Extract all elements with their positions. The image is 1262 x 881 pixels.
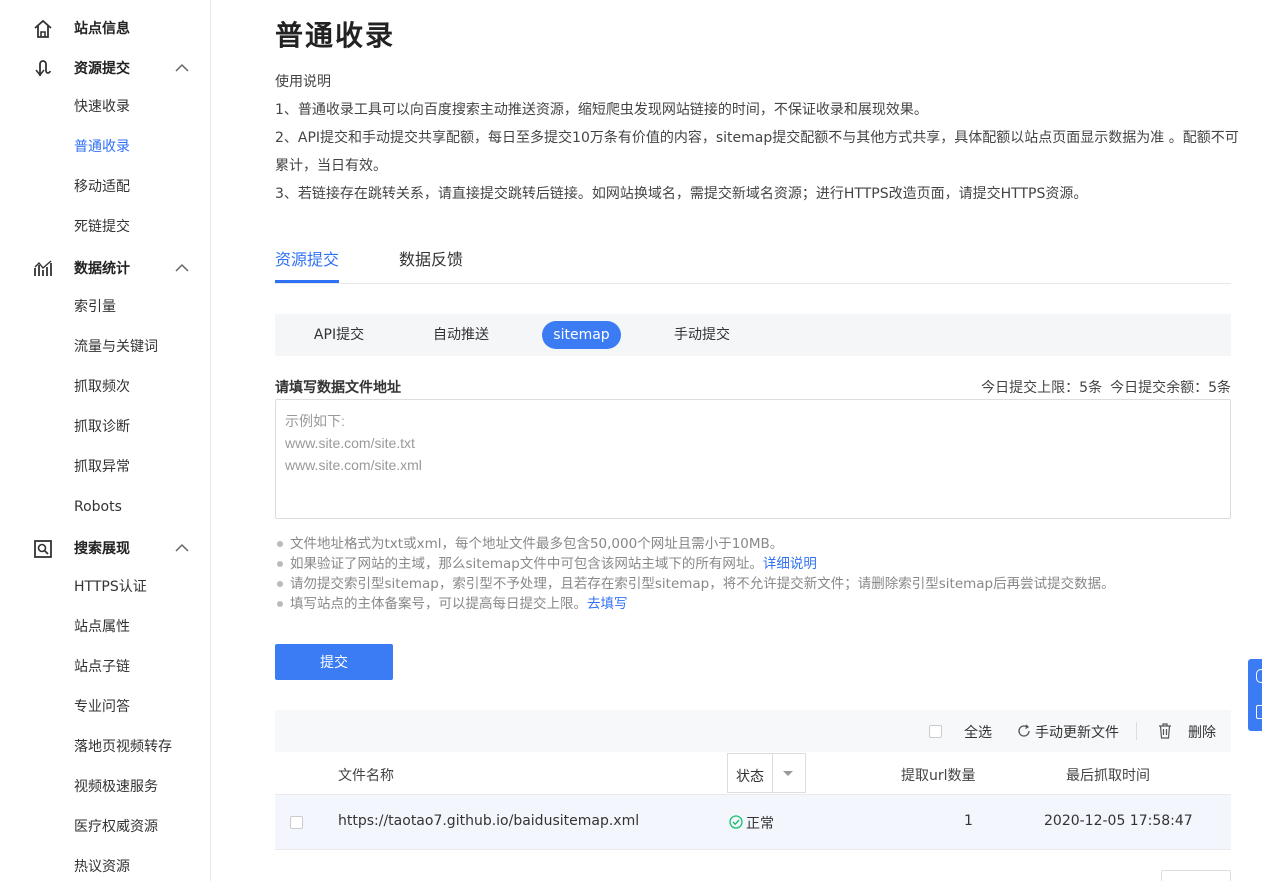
sidebar-item-index-volume[interactable]: 索引量 — [74, 297, 116, 317]
sidebar-item-crawl-diagnosis[interactable]: 抓取诊断 — [74, 417, 130, 437]
submit-method-switch: API提交 自动推送 sitemap 手动提交 — [275, 314, 1231, 356]
sidebar-group-resource-submit[interactable]: 资源提交 — [0, 48, 210, 88]
sidebar-item-normal-index[interactable]: 普通收录 — [74, 137, 130, 157]
sidebar-group-label: 资源提交 — [74, 61, 130, 77]
table-header: 文件名称 状态 提取url数量 最后抓取时间 — [275, 752, 1231, 795]
row-status: 正常 — [746, 816, 774, 832]
sidebar-item-site-attributes[interactable]: 站点属性 — [74, 617, 130, 637]
sidebar-group-data-stats[interactable]: 数据统计 — [0, 248, 210, 288]
note-item: 请勿提交索引型sitemap，索引型不予处理，且若存在索引型sitemap，将不… — [277, 574, 1115, 594]
quota-info: 今日提交上限：5条 今日提交余额：5条 — [973, 377, 1231, 397]
method-sitemap[interactable]: sitemap — [542, 321, 621, 349]
sidebar-item-medical-resources[interactable]: 医疗权威资源 — [74, 817, 158, 837]
sidebar-group-site-info[interactable]: 站点信息 — [0, 8, 210, 48]
fill-in-link[interactable]: 去填写 — [587, 594, 628, 614]
form-label: 请填写数据文件地址 — [275, 380, 401, 396]
method-manual[interactable]: 手动提交 — [664, 321, 740, 349]
quota-limit: 今日提交上限：5条 — [981, 380, 1103, 396]
sidebar-item-traffic-keywords[interactable]: 流量与关键词 — [74, 337, 158, 357]
col-last-crawl: 最后抓取时间 — [1066, 768, 1150, 784]
chevron-up-icon — [175, 263, 189, 272]
sidebar-item-hot-resources[interactable]: 热议资源 — [74, 857, 130, 877]
chevron-up-icon — [175, 543, 189, 552]
status-filter-select[interactable]: 状态 — [727, 753, 806, 793]
refresh-icon[interactable] — [1017, 724, 1031, 738]
bullet — [277, 601, 283, 607]
col-url-count: 提取url数量 — [901, 768, 976, 784]
note-item: 如果验证了网站的主域，那么sitemap文件中可包含该网站主域下的所有网址。 详细… — [277, 554, 1115, 574]
sidebar-item-dead-link[interactable]: 死链提交 — [74, 217, 130, 237]
row-file-name: https://taotao7.github.io/baidusitemap.x… — [338, 813, 640, 829]
divider — [772, 754, 773, 792]
row-checkbox[interactable] — [290, 816, 303, 829]
notes-list: 文件地址格式为txt或xml，每个地址文件最多包含50,000个网址且需小于10… — [277, 534, 1115, 614]
table-toolbar: 全选 手动更新文件 删除 — [275, 710, 1231, 752]
pagination-control[interactable] — [1161, 870, 1231, 881]
tab-data-feedback[interactable]: 数据反馈 — [399, 246, 463, 283]
table-row: https://taotao7.github.io/baidusitemap.x… — [275, 795, 1231, 850]
sidebar-item-robots[interactable]: Robots — [74, 497, 122, 517]
select-all-label[interactable]: 全选 — [964, 722, 992, 742]
instruction-line: 2、API提交和手动提交共享配额，每日至多提交10万条有价值的内容，sitema… — [275, 130, 1239, 146]
chevron-down-icon — [783, 771, 793, 776]
home-icon — [34, 19, 52, 38]
details-link[interactable]: 详细说明 — [763, 554, 817, 574]
note-item: 填写站点的主体备案号，可以提高每日提交上限。 去填写 — [277, 594, 1115, 614]
delete-button[interactable]: 删除 — [1188, 722, 1216, 742]
page-title: 普通收录 — [275, 19, 396, 52]
stats-icon — [34, 260, 52, 276]
sidebar-item-video-fast[interactable]: 视频极速服务 — [74, 777, 158, 797]
sidebar-group-label: 搜索展现 — [74, 541, 130, 557]
sidebar-group-search-display[interactable]: 搜索展现 — [0, 528, 210, 568]
select-all-checkbox[interactable] — [929, 725, 942, 738]
sitemap-url-input[interactable] — [275, 399, 1231, 519]
sidebar-item-landing-video[interactable]: 落地页视频转存 — [74, 737, 172, 757]
refresh-files-button[interactable]: 手动更新文件 — [1035, 722, 1119, 742]
status-filter-label: 状态 — [736, 769, 764, 785]
chevron-up-icon — [175, 63, 189, 72]
submit-icon — [35, 60, 51, 77]
instruction-line: 1、普通收录工具可以向百度搜索主动推送资源，缩短爬虫发现网站链接的时间，不保证收… — [275, 102, 928, 118]
sidebar: 站点信息 资源提交 快速收录 普通收录 移动适配 死链提交 数据统计 索引量 流… — [0, 0, 211, 881]
sidebar-group-label: 数据统计 — [74, 261, 130, 277]
sidebar-item-expert-qa[interactable]: 专业问答 — [74, 697, 130, 717]
help-icon[interactable] — [1256, 669, 1262, 683]
floating-side-tools[interactable] — [1248, 659, 1262, 731]
submit-button[interactable]: 提交 — [275, 644, 393, 680]
row-last-crawl: 2020-12-05 17:58:47 — [1044, 813, 1193, 829]
sidebar-item-mobile-adapt[interactable]: 移动适配 — [74, 177, 130, 197]
bullet — [277, 541, 283, 547]
note-item: 文件地址格式为txt或xml，每个地址文件最多包含50,000个网址且需小于10… — [277, 534, 1115, 554]
method-api[interactable]: API提交 — [301, 321, 377, 349]
bullet — [277, 561, 283, 567]
trash-icon[interactable] — [1158, 723, 1172, 739]
method-auto-push[interactable]: 自动推送 — [423, 321, 499, 349]
check-circle-icon — [729, 815, 743, 829]
sidebar-group-label: 站点信息 — [74, 21, 130, 37]
sidebar-item-crawl-error[interactable]: 抓取异常 — [74, 457, 130, 477]
sidebar-item-crawl-frequency[interactable]: 抓取频次 — [74, 377, 130, 397]
quota-remaining: 今日提交余额：5条 — [1110, 380, 1231, 396]
bullet — [277, 581, 283, 587]
row-url-count: 1 — [964, 813, 973, 829]
instruction-line: 累计，当日有效。 — [275, 158, 387, 174]
search-display-icon — [34, 540, 52, 558]
instructions-heading: 使用说明 — [275, 74, 331, 90]
feedback-icon[interactable] — [1256, 705, 1262, 719]
tab-resource-submit[interactable]: 资源提交 — [275, 246, 340, 283]
sidebar-item-sitelinks[interactable]: 站点子链 — [74, 657, 130, 677]
instruction-line: 3、若链接存在跳转关系，请直接提交跳转后链接。如网站换域名，需提交新域名资源；进… — [275, 186, 1088, 202]
col-file-name: 文件名称 — [338, 768, 394, 784]
sidebar-item-https[interactable]: HTTPS认证 — [74, 577, 147, 597]
divider — [1136, 722, 1137, 740]
tab-bar: 资源提交 数据反馈 — [275, 240, 1231, 284]
sidebar-item-fast-index[interactable]: 快速收录 — [74, 97, 130, 117]
